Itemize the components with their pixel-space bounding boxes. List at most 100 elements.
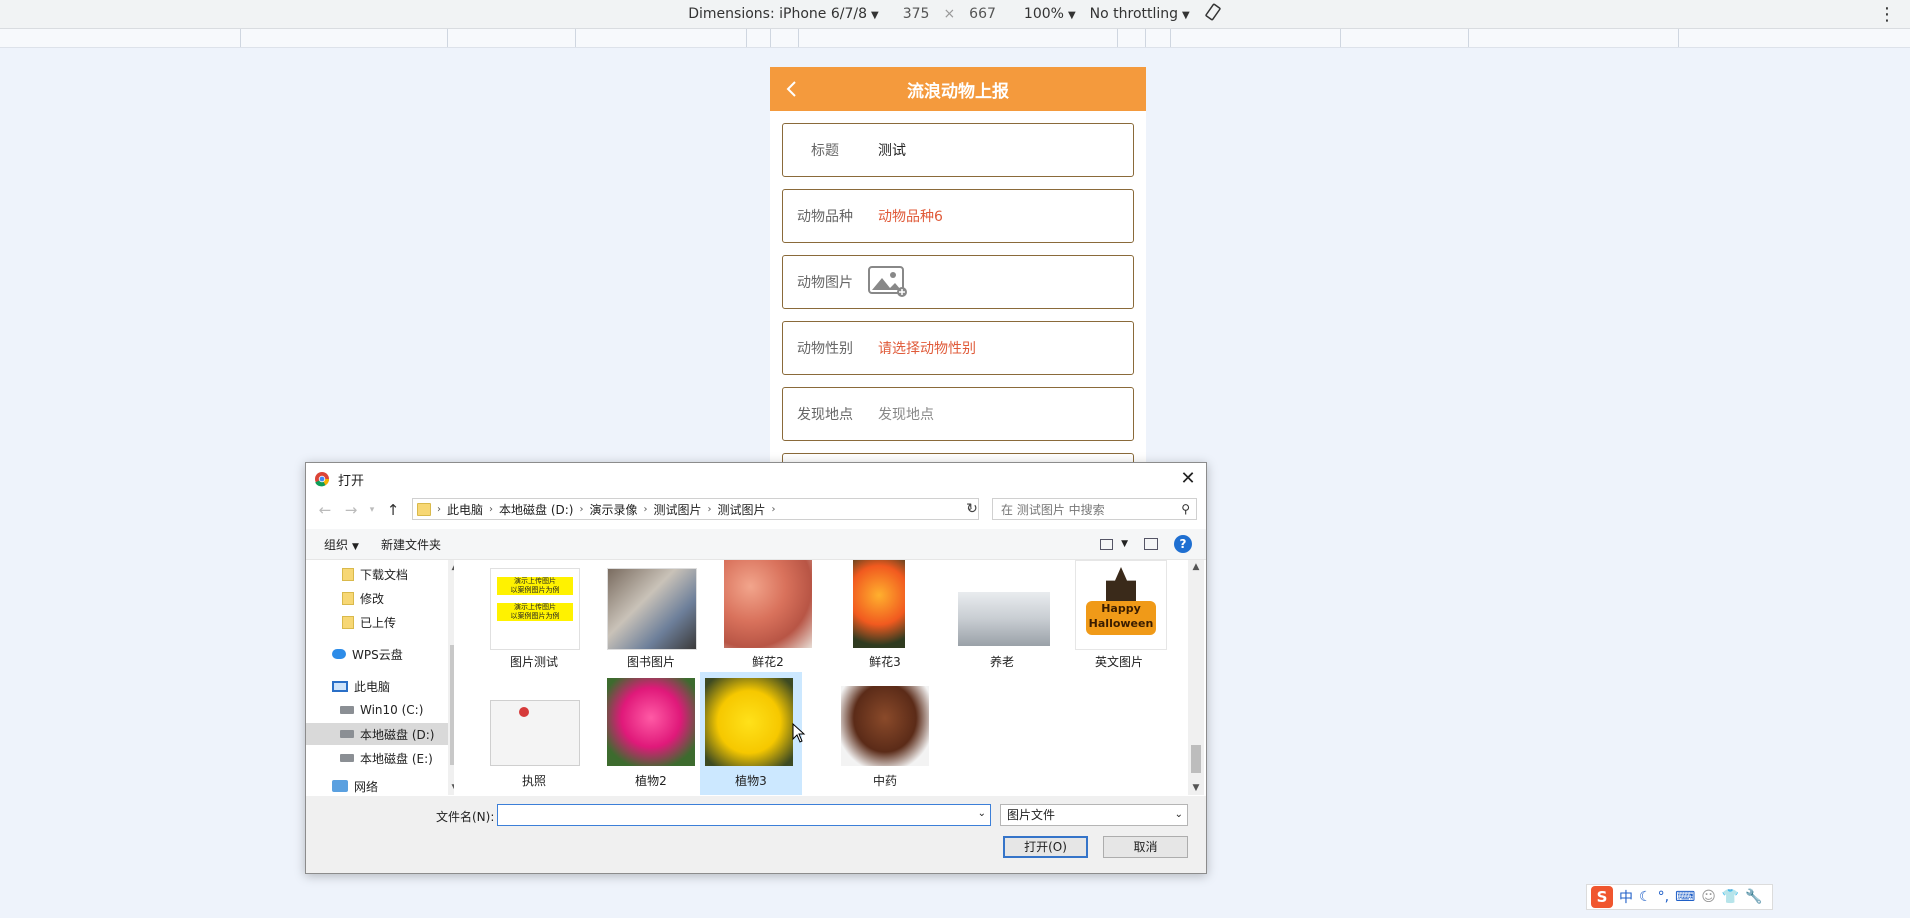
skin-icon[interactable]: 👕 (1722, 889, 1739, 905)
file-item[interactable]: 植物2 (583, 678, 695, 792)
breadcrumb-test-images-current[interactable]: 测试图片 (718, 501, 766, 518)
recent-dropdown-icon[interactable]: ▾ (368, 505, 376, 515)
tree-item-drive-d[interactable]: 本地磁盘 (D:) (306, 723, 448, 745)
cancel-button[interactable]: 取消 (1103, 836, 1188, 858)
chevron-right-icon: › (643, 503, 648, 515)
file-item[interactable]: 执照 (466, 678, 580, 792)
zoom-select[interactable]: 100% ▼ (1024, 6, 1076, 22)
chevron-right-icon: › (771, 503, 776, 515)
times-label: × (943, 6, 956, 22)
refresh-icon[interactable]: ↻ (962, 498, 982, 520)
scroll-up-icon[interactable]: ▲ (448, 562, 454, 572)
sogou-logo-icon[interactable]: S (1591, 886, 1613, 908)
location-input[interactable]: 发现地点 (878, 404, 934, 424)
file-item[interactable]: 图书图片 (583, 560, 697, 672)
image-row[interactable]: 动物图片 (782, 255, 1134, 309)
file-thumbnail: Happy Halloween (1075, 560, 1167, 650)
close-icon[interactable]: ✕ (1178, 469, 1198, 489)
tree-item-this-pc[interactable]: 此电脑 (306, 675, 454, 697)
tree-item-label: 修改 (360, 591, 385, 606)
file-list-scrollbar[interactable]: ▲ ▼ (1188, 560, 1204, 795)
file-item-selected[interactable]: 植物3 (700, 672, 802, 795)
page-header: 流浪动物上报 (770, 67, 1146, 111)
moon-icon[interactable]: ☾ (1639, 889, 1652, 905)
up-icon[interactable]: ↑ (384, 501, 402, 519)
scrollbar-thumb[interactable] (1191, 745, 1201, 773)
chevron-right-icon: › (579, 503, 584, 515)
file-item[interactable]: 养老 (934, 560, 1050, 672)
new-folder-button[interactable]: 新建文件夹 (381, 536, 441, 553)
chevron-down-icon: ⌄ (1174, 809, 1183, 820)
search-icon: ⚲ (1181, 502, 1190, 516)
file-thumbnail (607, 678, 695, 766)
scroll-up-icon[interactable]: ▲ (1188, 562, 1204, 572)
tree-item-drive-e[interactable]: 本地磁盘 (E:) (306, 747, 454, 769)
width-input[interactable]: 375 (903, 6, 930, 22)
device-dimensions-select[interactable]: Dimensions: iPhone 6/7/8 ▼ (688, 6, 878, 22)
phone-viewport: 流浪动物上报 标题 测试 动物品种 动物品种6 动物图片 动物性别 请选择动物性… (770, 67, 1146, 465)
folder-icon (417, 502, 431, 516)
organize-button[interactable]: 组织 ▼ (324, 536, 359, 553)
tree-item-drive-c[interactable]: Win10 (C:) (306, 699, 454, 721)
height-input[interactable]: 667 (969, 6, 996, 22)
view-mode-button[interactable]: ▼ (1100, 538, 1128, 550)
wrench-icon[interactable]: 🔧 (1745, 889, 1762, 905)
tree-item-label: 已上传 (360, 615, 397, 630)
file-item[interactable]: 鲜花2 (700, 560, 812, 672)
file-item[interactable]: 演示上传图片 以案例图片为例 演示上传图片 以案例图片为例 图片测试 (466, 560, 580, 672)
breed-value[interactable]: 动物品种6 (878, 206, 943, 226)
file-item[interactable]: 鲜花3 (817, 560, 929, 672)
back-arrow-icon[interactable] (780, 77, 804, 101)
dialog-navbar: ← → ▾ ↑ › 此电脑 › 本地磁盘 (D:) › 演示录像 › 测试图片 … (306, 495, 1206, 525)
throttling-select[interactable]: No throttling ▼ (1090, 6, 1190, 22)
breadcrumb-drive-d[interactable]: 本地磁盘 (D:) (499, 501, 573, 518)
throttling-label: No throttling (1089, 6, 1179, 22)
search-input[interactable]: 在 测试图片 中搜索 ⚲ (992, 498, 1197, 520)
scroll-down-icon[interactable]: ▼ (448, 783, 454, 793)
organize-label: 组织 (324, 537, 349, 552)
chevron-down-icon[interactable]: ⌄ (978, 808, 986, 819)
network-icon (332, 780, 348, 792)
mouse-cursor-icon (792, 723, 806, 743)
file-name: 植物2 (635, 774, 667, 788)
help-icon[interactable]: ? (1174, 535, 1192, 553)
rotate-icon[interactable] (1204, 3, 1222, 25)
file-name: 植物3 (735, 774, 767, 788)
chevron-right-icon: › (437, 503, 441, 515)
ime-language-toggle[interactable]: 中 (1619, 887, 1633, 907)
keyboard-icon[interactable]: ⌨ (1675, 889, 1695, 905)
scroll-down-icon[interactable]: ▼ (1188, 783, 1204, 793)
filetype-select[interactable]: 图片文件 ⌄ (1000, 804, 1188, 826)
title-row[interactable]: 标题 测试 (782, 123, 1134, 177)
dialog-titlebar: 打开 (306, 463, 1206, 495)
breadcrumb-demo-recording[interactable]: 演示录像 (589, 501, 637, 518)
tree-item-label: 此电脑 (354, 679, 391, 694)
preview-pane-icon[interactable] (1144, 538, 1158, 550)
add-image-icon[interactable] (868, 266, 908, 298)
breed-row[interactable]: 动物品种 动物品种6 (782, 189, 1134, 243)
open-button[interactable]: 打开(O) (1003, 836, 1088, 858)
file-item[interactable]: Happy Halloween 英文图片 (1051, 560, 1167, 672)
tree-item-uploaded[interactable]: 已上传 (306, 611, 454, 633)
navigation-scrollbar[interactable]: ▲ ▼ (448, 560, 454, 795)
tree-item-network[interactable]: 网络 (306, 775, 454, 795)
tree-item-downloads[interactable]: 下载文档 (306, 563, 454, 585)
breadcrumb-this-pc[interactable]: 此电脑 (447, 501, 483, 518)
gender-value[interactable]: 请选择动物性别 (878, 338, 976, 358)
location-row[interactable]: 发现地点 发现地点 (782, 387, 1134, 441)
scrollbar-thumb[interactable] (450, 645, 454, 765)
user-icon[interactable]: ☺ (1701, 889, 1716, 905)
address-bar[interactable]: › 此电脑 › 本地磁盘 (D:) › 演示录像 › 测试图片 › 测试图片 ›… (412, 498, 979, 520)
back-icon[interactable]: ← (316, 501, 334, 519)
file-thumbnail (841, 686, 929, 766)
file-item[interactable]: 中药 (817, 678, 929, 792)
title-value[interactable]: 测试 (878, 140, 906, 160)
punctuation-icon[interactable]: °, (1658, 889, 1669, 905)
more-options-icon[interactable]: ⋮ (1878, 4, 1896, 25)
breadcrumb-test-images[interactable]: 测试图片 (654, 501, 702, 518)
filename-input[interactable]: ⌄ (497, 804, 991, 826)
gender-row[interactable]: 动物性别 请选择动物性别 (782, 321, 1134, 375)
tree-item-wps-cloud[interactable]: WPS云盘 (306, 643, 454, 665)
forward-icon[interactable]: → (342, 501, 360, 519)
tree-item-modify[interactable]: 修改 (306, 587, 454, 609)
